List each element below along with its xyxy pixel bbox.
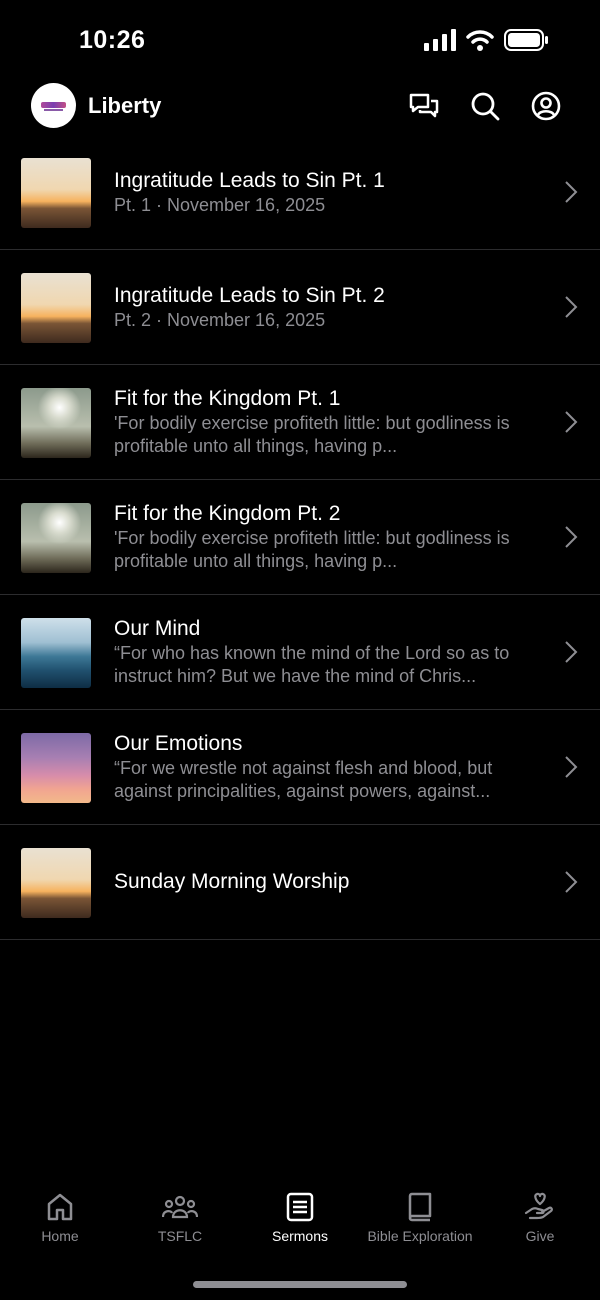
logo-mark: [41, 102, 66, 108]
home-indicator[interactable]: [193, 1281, 407, 1288]
sermon-row[interactable]: Sunday Morning Worship: [0, 825, 600, 940]
chevron-right-icon: [565, 871, 578, 893]
sermon-thumbnail: [21, 848, 91, 918]
tab-bar: Home TSFLC Sermons Bible Exploration Giv…: [0, 1190, 600, 1260]
sermon-title: Fit for the Kingdom Pt. 2: [114, 502, 341, 525]
status-icons: [424, 29, 548, 51]
search-button[interactable]: [467, 88, 503, 124]
app-header: Liberty: [0, 82, 600, 130]
signal-icon: [424, 29, 456, 51]
sermon-thumbnail: [21, 388, 91, 458]
group-icon: [162, 1195, 198, 1219]
sermon-row[interactable]: Our Mind “For who has known the mind of …: [0, 595, 600, 710]
sermon-title: Ingratitude Leads to Sin Pt. 1: [114, 168, 385, 192]
sermon-row[interactable]: Fit for the Kingdom Pt. 1 'For bodily ex…: [0, 365, 600, 480]
chevron-right-icon: [565, 181, 578, 203]
sermon-subtitle: Pt. 1 · November 16, 2025: [114, 194, 326, 215]
sermon-title: Sunday Morning Worship: [114, 870, 350, 893]
tab-label: Sermons: [271, 1228, 329, 1244]
sermon-subtitle: 'For bodily exercise profiteth little: b…: [114, 528, 510, 571]
status-bar: 10:26: [0, 0, 600, 80]
church-logo[interactable]: [31, 83, 76, 128]
sermon-thumbnail: [21, 618, 91, 688]
sermons-icon: [286, 1192, 314, 1222]
chevron-right-icon: [565, 756, 578, 778]
tab-bible-exploration[interactable]: Bible Exploration: [360, 1190, 480, 1260]
sermon-row[interactable]: Fit for the Kingdom Pt. 2 'For bodily ex…: [0, 480, 600, 595]
sermon-subtitle: “For who has known the mind of the Lord …: [114, 643, 510, 686]
book-icon: [408, 1192, 432, 1222]
sermon-list: Ingratitude Leads to Sin Pt. 1 Pt. 1 · N…: [0, 135, 600, 940]
battery-icon: [504, 29, 548, 51]
chevron-right-icon: [565, 526, 578, 548]
app-title: Liberty: [88, 93, 162, 118]
sermon-subtitle: Pt. 2 · November 16, 2025: [114, 309, 326, 330]
tab-label: TSFLC: [157, 1228, 203, 1244]
sermon-thumbnail: [21, 158, 91, 228]
tab-label: Home: [41, 1228, 79, 1244]
give-icon: [524, 1192, 553, 1220]
sermon-row[interactable]: Our Emotions “For we wrestle not against…: [0, 710, 600, 825]
chevron-right-icon: [565, 296, 578, 318]
status-time: 10:26: [79, 26, 146, 54]
sermon-row[interactable]: Ingratitude Leads to Sin Pt. 1 Pt. 1 · N…: [0, 135, 600, 250]
tab-home[interactable]: Home: [0, 1190, 120, 1260]
sermon-title: Fit for the Kingdom Pt. 1: [114, 387, 341, 410]
sermon-thumbnail: [21, 273, 91, 343]
tab-label: Give: [525, 1228, 555, 1244]
messages-button[interactable]: [406, 88, 442, 124]
sermon-title: Our Mind: [114, 617, 201, 640]
tab-give[interactable]: Give: [480, 1190, 600, 1260]
chat-icon: [409, 93, 439, 118]
sermon-subtitle: “For we wrestle not against flesh and bl…: [114, 758, 493, 801]
logo-underline: [44, 109, 63, 111]
profile-icon: [531, 91, 561, 121]
tab-tsflc[interactable]: TSFLC: [120, 1190, 240, 1260]
tab-sermons[interactable]: Sermons: [240, 1190, 360, 1260]
chevron-right-icon: [565, 411, 578, 433]
profile-button[interactable]: [528, 88, 564, 124]
home-icon: [47, 1193, 73, 1221]
wifi-icon: [466, 30, 494, 51]
sermon-subtitle: 'For bodily exercise profiteth little: b…: [114, 413, 510, 456]
sermon-thumbnail: [21, 503, 91, 573]
tab-label: Bible Exploration: [367, 1228, 473, 1244]
sermon-thumbnail: [21, 733, 91, 803]
sermon-title: Our Emotions: [114, 732, 243, 755]
sermon-row[interactable]: Ingratitude Leads to Sin Pt. 2 Pt. 2 · N…: [0, 250, 600, 365]
chevron-right-icon: [565, 641, 578, 663]
search-icon: [471, 92, 500, 121]
sermon-title: Ingratitude Leads to Sin Pt. 2: [114, 283, 385, 307]
